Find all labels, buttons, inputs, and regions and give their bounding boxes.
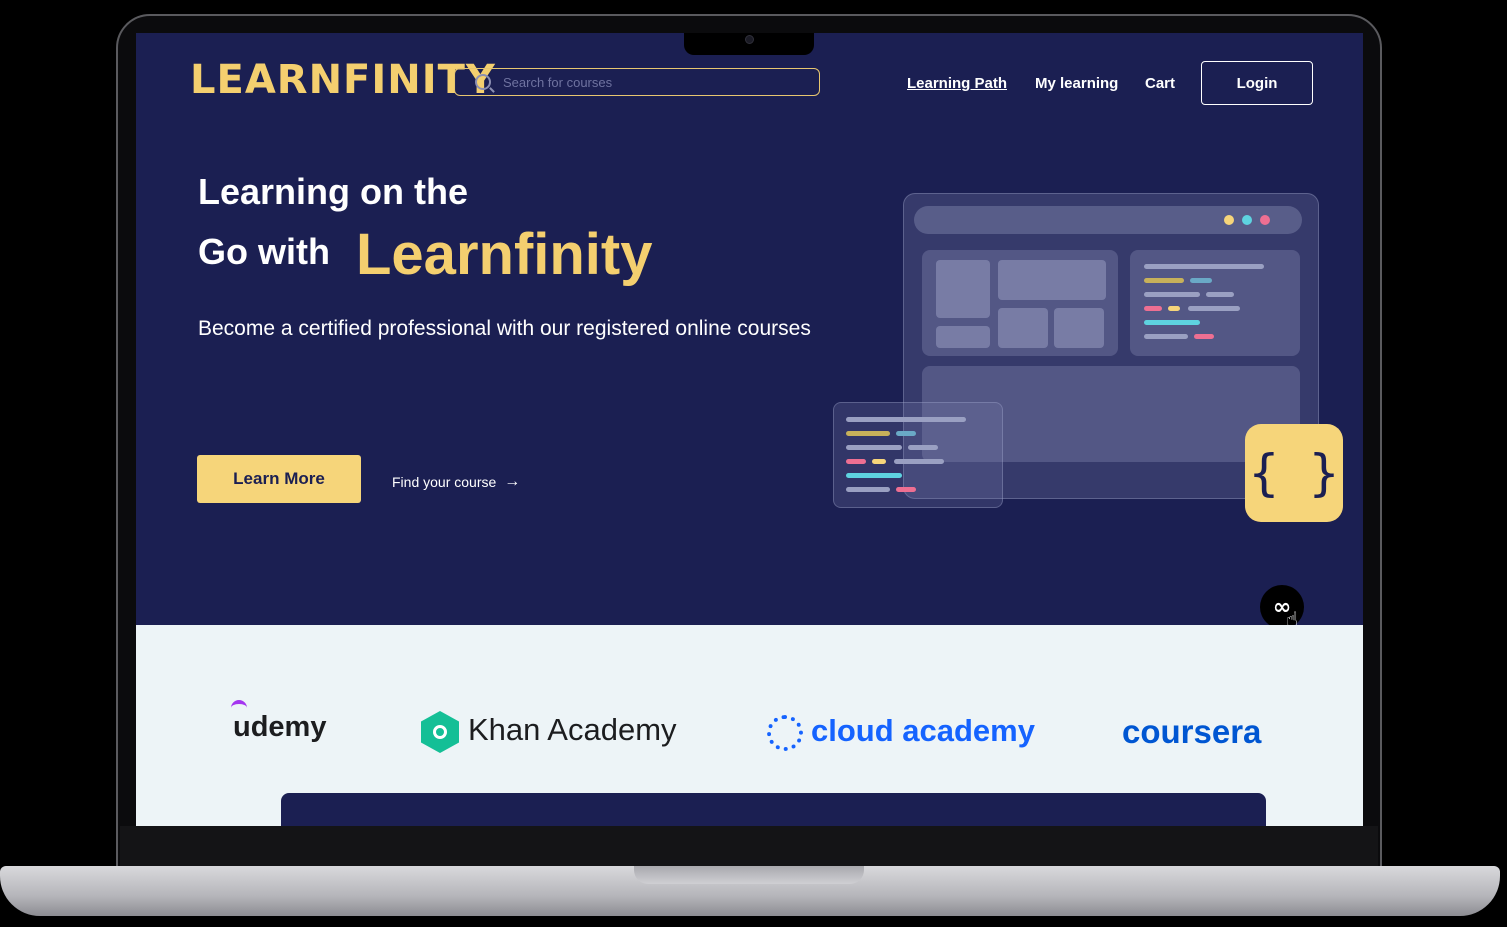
search-icon	[475, 74, 491, 90]
grid-tile	[936, 260, 990, 318]
grid-tile	[998, 260, 1106, 300]
code-line	[1206, 292, 1234, 297]
nav-learning-path[interactable]: Learning Path	[907, 75, 1007, 92]
code-line	[1188, 306, 1240, 311]
code-line	[896, 431, 916, 436]
code-line	[846, 473, 902, 478]
partners-section: udemy Khan Academy cloud academy courser…	[136, 625, 1363, 826]
hero-title-line2: Go with	[198, 231, 330, 272]
partner-cloud-academy[interactable]: cloud academy	[811, 713, 1035, 749]
code-line	[846, 431, 890, 436]
code-line	[896, 487, 916, 492]
code-line	[846, 417, 966, 422]
hero-subtitle: Become a certified professional with our…	[198, 317, 811, 340]
illustration-grid-panel	[922, 250, 1118, 356]
grid-tile	[936, 326, 990, 348]
code-line	[846, 487, 890, 492]
nav-my-learning[interactable]: My learning	[1035, 75, 1118, 92]
search-bar[interactable]	[454, 68, 820, 96]
khan-leaf-icon	[433, 725, 447, 739]
laptop-chin	[120, 826, 1378, 868]
code-line	[1168, 306, 1180, 311]
illustration-code-panel	[1130, 250, 1300, 356]
code-line	[1144, 334, 1188, 339]
login-button[interactable]: Login	[1201, 61, 1313, 105]
partner-khan-academy[interactable]: Khan Academy	[468, 712, 677, 748]
illustration-code-card	[833, 402, 1003, 508]
code-line	[1194, 334, 1214, 339]
find-course-label: Find your course	[392, 474, 497, 490]
search-input[interactable]	[501, 73, 805, 91]
find-course-link[interactable]: Find your course →	[392, 473, 520, 491]
learn-more-button[interactable]: Learn More	[197, 455, 361, 503]
code-line	[894, 459, 944, 464]
code-line	[1144, 292, 1200, 297]
grid-tile	[1054, 308, 1104, 348]
cloud-academy-icon	[767, 715, 803, 751]
nav-cart[interactable]: Cart	[1145, 75, 1175, 92]
camera-icon	[745, 35, 754, 44]
udemy-cap-icon	[231, 700, 247, 708]
code-line	[1144, 320, 1200, 325]
code-line	[1144, 264, 1264, 269]
code-line	[846, 445, 902, 450]
code-line	[846, 459, 866, 464]
code-line	[872, 459, 886, 464]
window-dot-cyan	[1242, 215, 1252, 225]
hero-title-line1: Learning on the	[198, 171, 468, 212]
code-line	[908, 445, 938, 450]
code-line	[1144, 278, 1184, 283]
code-braces-icon: { }	[1245, 424, 1343, 522]
partner-udemy[interactable]: udemy	[233, 711, 326, 744]
window-titlebar	[914, 206, 1302, 234]
code-line	[1190, 278, 1212, 283]
grid-tile	[998, 308, 1048, 348]
code-line	[1144, 306, 1162, 311]
laptop-groove	[634, 866, 864, 884]
partner-coursera[interactable]: coursera	[1122, 713, 1261, 751]
camera-notch	[684, 33, 814, 55]
hero-title-brand: Learnfinity	[356, 222, 653, 287]
learnfinity-logo[interactable]: LEARNFINITY	[190, 57, 496, 103]
next-section-card	[281, 793, 1266, 826]
window-dot-yellow	[1224, 215, 1234, 225]
window-dot-pink	[1260, 215, 1270, 225]
website-screen: LEARNFINITY Learning Path My learning Ca…	[136, 33, 1363, 826]
arrow-right-icon: →	[504, 473, 521, 490]
